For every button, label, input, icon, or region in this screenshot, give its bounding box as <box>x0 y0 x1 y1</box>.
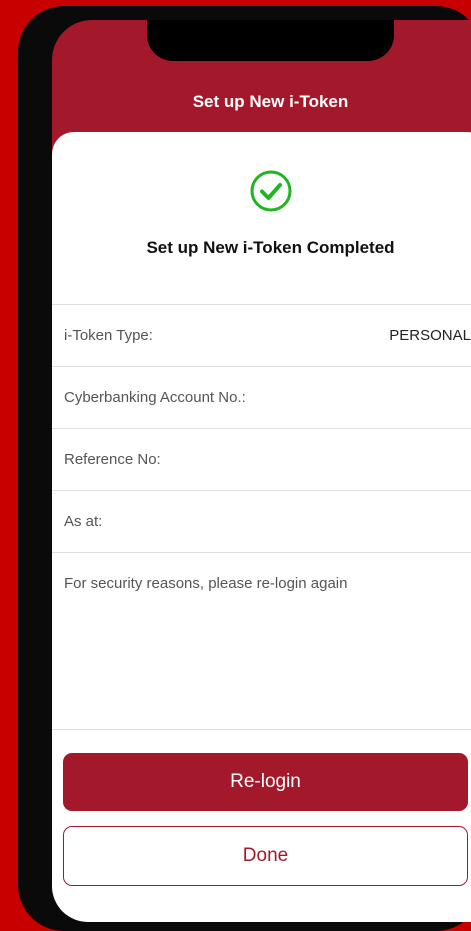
detail-label: Cyberbanking Account No.: <box>64 389 246 406</box>
detail-row-as-at: As at: <box>52 490 471 552</box>
success-indicator <box>52 169 471 218</box>
content-sheet: Set up New i-Token Completed i-Token Typ… <box>52 132 471 922</box>
detail-value: PERSONAL <box>389 327 471 344</box>
completion-message: Set up New i-Token Completed <box>146 238 395 257</box>
relogin-button[interactable]: Re-login <box>63 753 468 811</box>
details-list: i-Token Type: PERSONAL Cyberbanking Acco… <box>52 304 471 743</box>
phone-frame: Set up New i-Token Set up New i-Token Co… <box>18 6 471 931</box>
detail-row-token-type: i-Token Type: PERSONAL <box>52 304 471 366</box>
check-circle-icon <box>250 170 291 212</box>
security-notice-text: For security reasons, please re-login ag… <box>64 575 348 592</box>
security-notice: For security reasons, please re-login ag… <box>52 552 471 743</box>
page-title: Set up New i-Token <box>192 92 349 111</box>
detail-label: Reference No: <box>64 451 161 468</box>
done-button[interactable]: Done <box>63 826 468 886</box>
detail-row-reference-no: Reference No: <box>52 428 471 490</box>
device-notch <box>147 20 394 61</box>
divider <box>52 729 471 730</box>
detail-label: As at: <box>64 513 103 530</box>
detail-row-account-no: Cyberbanking Account No.: <box>52 366 471 428</box>
detail-label: i-Token Type: <box>64 327 153 344</box>
app-screen: Set up New i-Token Set up New i-Token Co… <box>52 20 471 922</box>
